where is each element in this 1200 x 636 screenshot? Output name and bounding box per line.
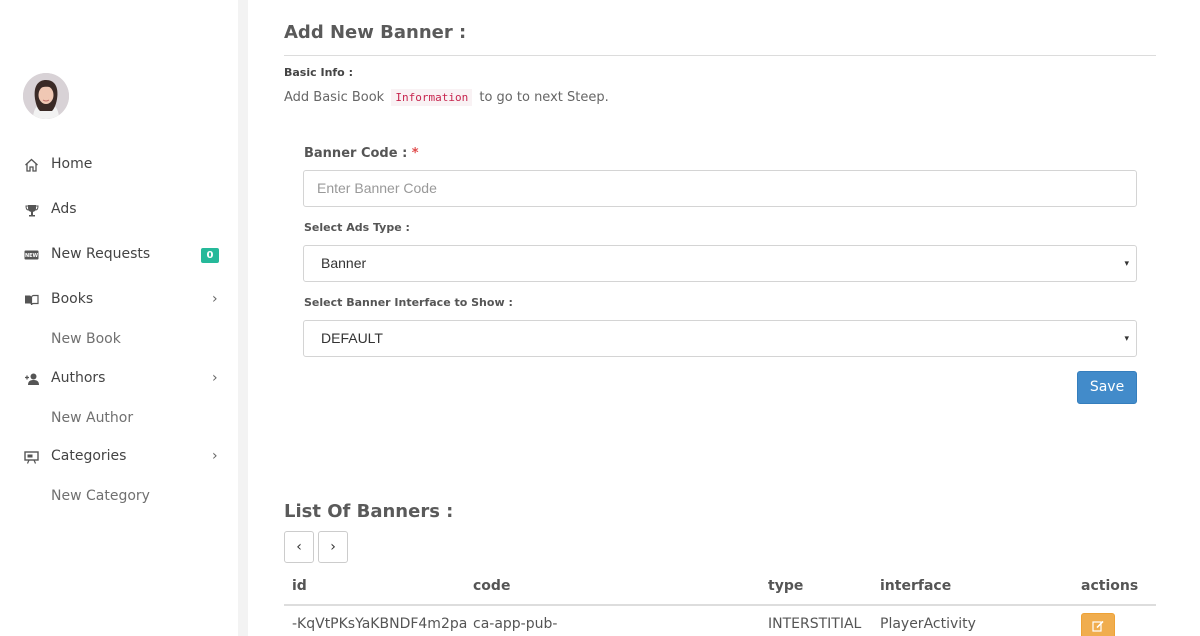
sidebar-item-ads[interactable]: Ads [0, 195, 238, 225]
hint-text: to go to next Steep. [479, 90, 609, 105]
sidebar-item-label: Ads [51, 201, 77, 217]
banner-code-label-text: Banner Code : [304, 146, 408, 161]
section-label: Basic Info : [284, 66, 353, 79]
edit-button[interactable] [1081, 613, 1115, 636]
banner-code-input[interactable]: Enter Banner Code [303, 170, 1137, 207]
page-title: Add New Banner : [284, 22, 467, 43]
presentation-icon [23, 449, 40, 465]
interface-value: DEFAULT [321, 330, 383, 346]
sidebar-item-label: Categories [51, 448, 127, 464]
save-button[interactable]: Save [1077, 371, 1137, 404]
svg-text:NEW: NEW [25, 253, 39, 259]
sidebar-item-label: Books [51, 291, 94, 307]
sidebar-item-label: Authors [51, 370, 106, 386]
sidebar-subitem-new-author[interactable]: New Author [51, 410, 133, 426]
title-divider [284, 55, 1156, 56]
new-icon: NEW [23, 247, 40, 263]
section-hint: Add Basic Book Information to go to next… [284, 89, 609, 106]
trophy-icon [23, 202, 40, 218]
user-add-icon [23, 371, 40, 387]
column-header-type[interactable]: type [768, 578, 803, 594]
sidebar-divider [238, 0, 248, 636]
avatar-image [23, 73, 69, 119]
chevron-down-icon: ▾ [1124, 258, 1129, 268]
sidebar-item-label: New Requests [51, 246, 151, 262]
requests-count-badge: 0 [201, 248, 219, 263]
interface-label: Select Banner Interface to Show : [304, 296, 513, 309]
sidebar-item-new-requests[interactable]: NEW New Requests 0 [0, 240, 238, 270]
column-header-id[interactable]: id [292, 578, 307, 594]
sidebar: Home Ads NEW New Requests 0 Books › New … [0, 0, 238, 636]
chevron-right-icon: › [212, 448, 218, 464]
prev-page-button[interactable]: ‹ [284, 531, 314, 563]
column-header-actions: actions [1081, 578, 1139, 594]
sidebar-item-home[interactable]: Home [0, 150, 238, 180]
edit-icon [1092, 620, 1104, 632]
sidebar-item-label: Home [51, 156, 93, 172]
book-icon [23, 292, 40, 308]
home-icon [23, 157, 40, 173]
hint-text: Add Basic Book [284, 90, 385, 105]
chevron-down-icon: ▾ [1124, 333, 1129, 343]
column-header-code[interactable]: code [473, 578, 510, 594]
chevron-right-icon: › [212, 291, 218, 307]
sidebar-subitem-new-book[interactable]: New Book [51, 331, 121, 347]
sidebar-item-books[interactable]: Books › [0, 285, 238, 315]
banner-code-label: Banner Code : * [304, 146, 419, 161]
ads-type-select[interactable]: Banner ▾ [303, 245, 1137, 282]
column-header-interface[interactable]: interface [880, 578, 951, 594]
avatar[interactable] [23, 73, 69, 119]
sidebar-item-authors[interactable]: Authors › [0, 364, 238, 394]
sidebar-subitem-new-category[interactable]: New Category [51, 488, 150, 504]
chevron-right-icon: › [212, 370, 218, 386]
ads-type-label: Select Ads Type : [304, 221, 410, 234]
cell-id: -KqVtPKsYaKBNDF4m2pa [292, 616, 468, 632]
sidebar-item-categories[interactable]: Categories › [0, 442, 238, 472]
ads-type-value: Banner [321, 255, 367, 271]
list-title: List Of Banners : [284, 501, 454, 522]
next-page-button[interactable]: › [318, 531, 348, 563]
main-content: Add New Banner : Basic Info : Add Basic … [248, 0, 1200, 636]
required-mark: * [411, 146, 419, 161]
cell-interface: PlayerActivity [880, 616, 976, 632]
hint-code: Information [391, 89, 473, 106]
cell-code: ca-app-pub- [473, 616, 558, 632]
table-header-divider [284, 604, 1156, 606]
interface-select[interactable]: DEFAULT ▾ [303, 320, 1137, 357]
cell-type: INTERSTITIAL [768, 616, 862, 632]
